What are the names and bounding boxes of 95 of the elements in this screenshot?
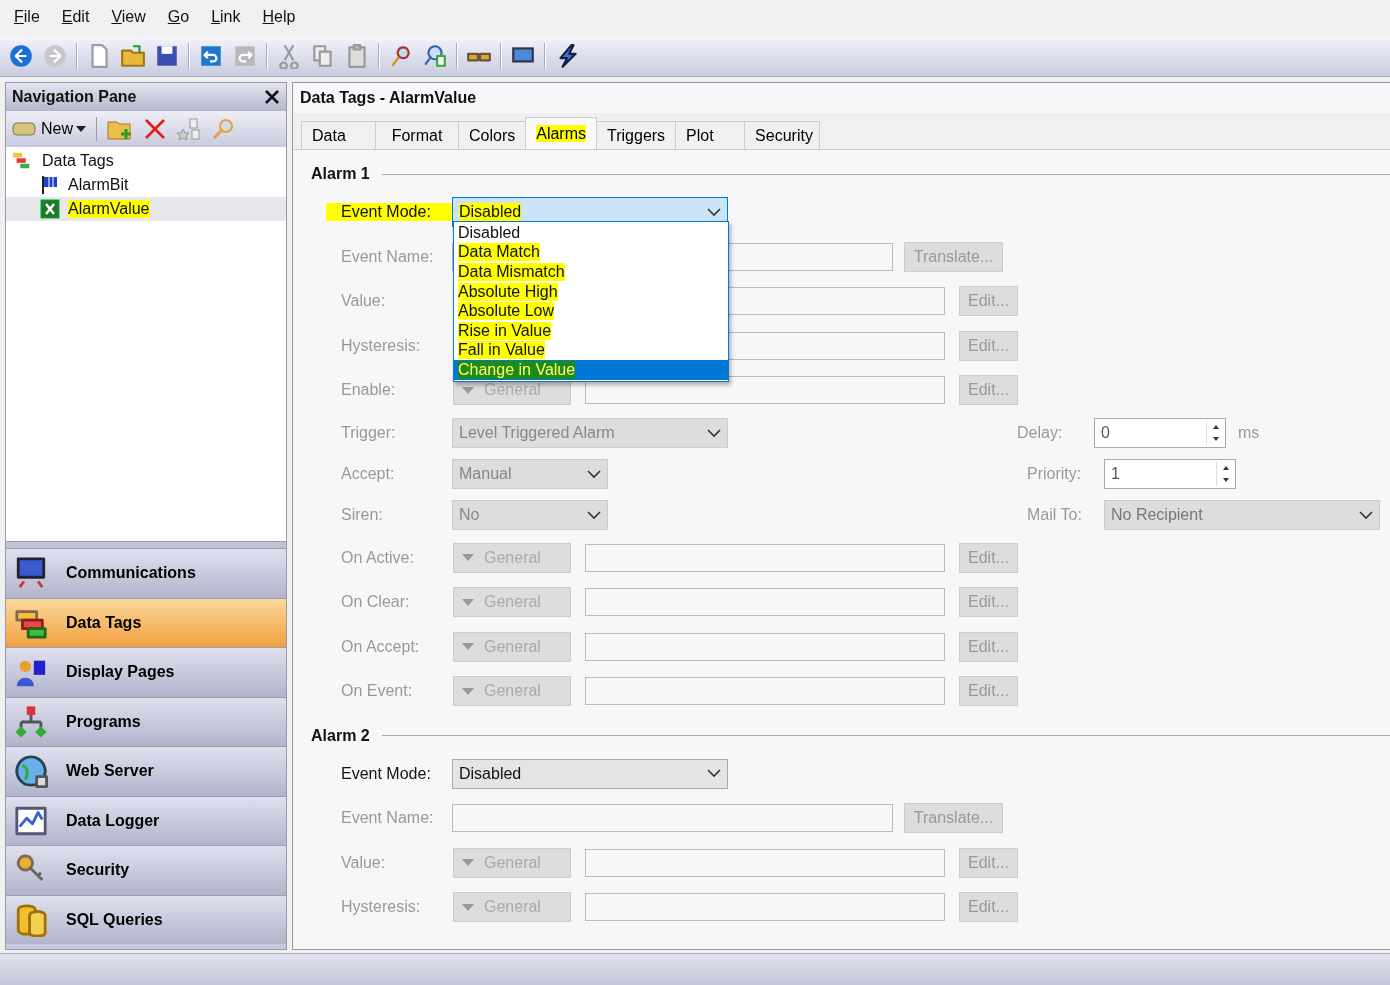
- input-field[interactable]: [585, 677, 945, 706]
- field-label: Siren:: [341, 506, 384, 524]
- tag-icon: [12, 120, 38, 138]
- input-field[interactable]: [585, 588, 945, 617]
- menu-item[interactable]: File: [14, 7, 40, 26]
- nav-section-button[interactable]: Data Logger: [6, 795, 286, 845]
- pane-title: Navigation Pane: [12, 88, 137, 106]
- dropdown-option[interactable]: Data Match: [454, 242, 728, 263]
- input-field[interactable]: [585, 632, 945, 661]
- menu-item[interactable]: Go: [167, 7, 190, 26]
- input-field[interactable]: [452, 804, 893, 833]
- search-icon[interactable]: [211, 117, 235, 141]
- spreadsheet-icon: [40, 199, 60, 219]
- group-title: Alarm 2: [311, 726, 370, 745]
- flag-icon: [40, 175, 60, 195]
- new-button[interactable]: New: [12, 120, 86, 138]
- diagram-icon: [14, 704, 48, 739]
- dropdown-option[interactable]: Data Mismatch: [454, 262, 728, 282]
- input-field[interactable]: [585, 848, 945, 877]
- tab[interactable]: Data: [301, 121, 376, 149]
- nav-section-button[interactable]: Data Tags: [6, 597, 286, 647]
- chevron-down-icon: [587, 510, 601, 520]
- caret-icon: [462, 598, 474, 606]
- field-label: On Clear:: [341, 593, 411, 612]
- splitter-handle[interactable]: [6, 542, 286, 548]
- chevron-down-icon: [1359, 510, 1373, 520]
- nav-section-button[interactable]: Communications: [6, 548, 286, 598]
- dropdown-option[interactable]: Fall in Value: [454, 340, 728, 361]
- dropdown[interactable]: Disabled: [452, 758, 728, 789]
- field-label: Priority:: [1027, 465, 1083, 483]
- nav-section-button[interactable]: Security: [6, 845, 286, 895]
- chevron-down-icon: [707, 207, 721, 217]
- field-label: Event Name:: [341, 809, 435, 828]
- chevron-down-icon: [707, 428, 721, 438]
- sort-icon[interactable]: [177, 117, 201, 141]
- input-field[interactable]: [585, 893, 945, 922]
- back-icon: [8, 43, 34, 69]
- caret-icon: [462, 643, 474, 651]
- monitor-icon: [14, 556, 48, 591]
- field-label: Hysteresis:: [341, 336, 422, 355]
- save-icon: [154, 43, 180, 69]
- nav-section-button[interactable]: Web Server: [6, 746, 286, 796]
- field-label: Enable:: [341, 381, 397, 400]
- menu-item[interactable]: Help: [262, 7, 296, 26]
- field-label: Trigger:: [341, 424, 397, 442]
- close-icon[interactable]: [264, 89, 280, 105]
- field-label: Event Mode:: [341, 764, 432, 783]
- tab[interactable]: Alarms: [525, 117, 597, 149]
- nav-section-button[interactable]: Programs: [6, 696, 286, 746]
- group-title: Alarm 1: [311, 165, 370, 183]
- field-label: On Active:: [341, 548, 415, 567]
- caret-icon: [76, 126, 86, 132]
- forward-icon: [42, 43, 68, 69]
- editor-title: Data Tags - AlarmValue: [293, 83, 1390, 113]
- field-label: On Event:: [341, 682, 414, 701]
- field-label: Event Mode:: [326, 203, 453, 222]
- caret-icon: [462, 386, 474, 394]
- field-label: Delay:: [1017, 424, 1064, 442]
- menu-item[interactable]: Edit: [61, 7, 90, 26]
- field-label: Hysteresis:: [341, 898, 422, 917]
- caret-icon: [462, 554, 474, 562]
- delete-icon[interactable]: [143, 117, 167, 141]
- tree-item[interactable]: AlarmValue: [6, 197, 286, 221]
- folder-icon: [120, 43, 146, 69]
- cut-icon: [276, 43, 302, 69]
- nav-section-button[interactable]: Display Pages: [6, 647, 286, 697]
- menu-item[interactable]: View: [111, 7, 146, 26]
- database-icon: [14, 902, 48, 937]
- dropdown-option[interactable]: Absolute High: [454, 281, 728, 302]
- tree-item[interactable]: Data Tags: [6, 149, 286, 173]
- field-label: Mail To:: [1027, 506, 1083, 524]
- caret-icon: [462, 903, 474, 911]
- menu-item[interactable]: Link: [211, 7, 241, 26]
- field-label: Value:: [341, 292, 387, 311]
- field-label: On Accept:: [341, 637, 421, 656]
- unit-label: ms: [1238, 424, 1261, 442]
- search-icon: [422, 43, 448, 69]
- chevron-down-icon: [587, 469, 601, 479]
- caret-icon: [462, 687, 474, 695]
- redo-icon: [232, 43, 258, 69]
- dropdown-option[interactable]: Absolute Low: [454, 301, 728, 321]
- caret-icon: [462, 859, 474, 867]
- globe-icon: [14, 754, 48, 789]
- input-field[interactable]: [585, 376, 945, 405]
- field-label: Accept:: [341, 465, 396, 483]
- tab[interactable]: Security: [744, 121, 821, 149]
- nav-section-button[interactable]: SQL Queries: [6, 894, 286, 944]
- chevron-down-icon: [707, 769, 721, 779]
- undo-icon: [198, 43, 224, 69]
- input-field[interactable]: [585, 543, 945, 572]
- tree-item[interactable]: AlarmBit: [6, 173, 286, 197]
- dropdown-option[interactable]: Rise in Value: [454, 320, 728, 341]
- field-label: Event Name:: [341, 247, 435, 266]
- dropdown-option[interactable]: Change in Value: [454, 360, 728, 380]
- field-label: Value:: [341, 853, 387, 872]
